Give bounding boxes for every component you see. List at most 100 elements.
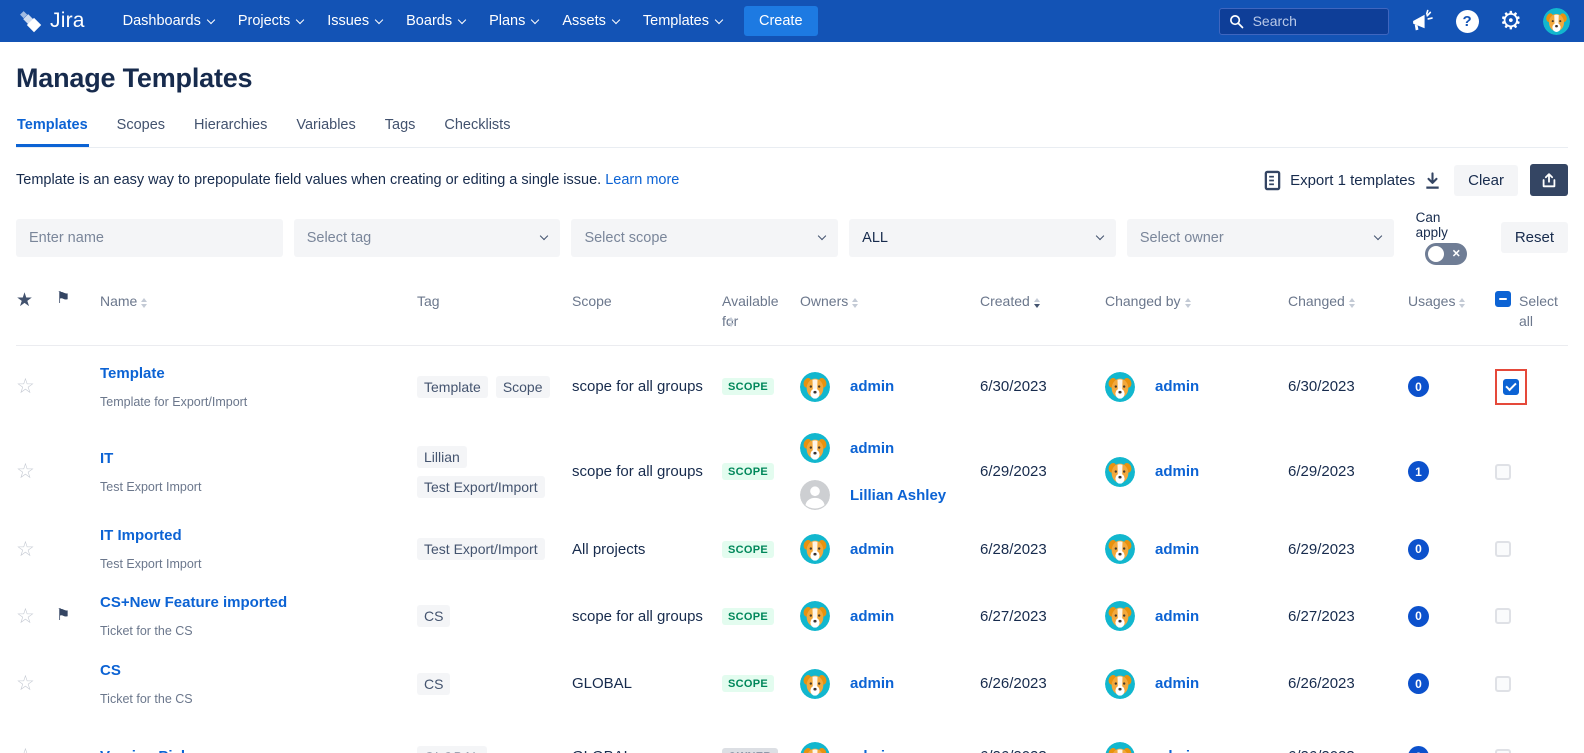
clear-button[interactable]: Clear <box>1454 165 1518 196</box>
star-icon[interactable]: ☆ <box>16 539 35 560</box>
col-owners: Owners <box>800 291 980 311</box>
scope-filter-select[interactable]: Select scope <box>571 219 838 257</box>
sort-icon-sorted-desc[interactable] <box>1034 295 1040 311</box>
tab-variables[interactable]: Variables <box>295 117 356 147</box>
flag-icon[interactable]: ⚑ <box>56 608 70 624</box>
sort-icon[interactable] <box>1459 295 1465 311</box>
usages-badge: 0 <box>1408 376 1429 397</box>
changed-date: 6/29/2023 <box>1288 463 1408 480</box>
navbar-search[interactable] <box>1219 8 1389 35</box>
user-link[interactable]: admin <box>850 675 894 692</box>
type-filter-select[interactable]: ALL <box>849 219 1116 257</box>
owner-entry: admin <box>1105 742 1199 753</box>
row-checkbox[interactable] <box>1495 608 1511 624</box>
tab-checklists[interactable]: Checklists <box>443 117 511 147</box>
sort-icon[interactable] <box>1185 295 1191 311</box>
user-link[interactable]: admin <box>850 541 894 558</box>
name-filter-field[interactable] <box>16 219 283 257</box>
create-button[interactable]: Create <box>744 6 818 36</box>
tag-chip: CS <box>417 605 450 627</box>
template-description: Test Export Import <box>100 480 201 494</box>
star-icon[interactable]: ☆ <box>16 606 35 627</box>
select-all-checkbox[interactable] <box>1495 291 1511 307</box>
flag-header-icon[interactable]: ⚑ <box>56 291 70 307</box>
sort-icon[interactable] <box>1349 295 1355 311</box>
nav-item-assets[interactable]: Assets <box>550 0 631 42</box>
row-checkbox[interactable] <box>1495 464 1511 480</box>
row-checkbox[interactable] <box>1495 749 1511 753</box>
col-scope: Scope <box>572 291 722 311</box>
learn-more-link[interactable]: Learn more <box>605 172 679 188</box>
template-name-link[interactable]: IT Imported <box>100 527 182 544</box>
created-date: 6/26/2023 <box>980 748 1105 753</box>
tab-templates[interactable]: Templates <box>16 117 89 147</box>
name-filter-input[interactable] <box>29 230 270 246</box>
table-row: ☆ IT Imported Test Export Import Test Ex… <box>16 516 1568 583</box>
jira-logo[interactable]: Jira <box>18 9 85 34</box>
star-icon[interactable]: ☆ <box>16 673 35 694</box>
star-icon[interactable]: ☆ <box>16 746 35 753</box>
share-button[interactable] <box>1530 164 1568 196</box>
scope-value: scope for all groups <box>572 608 722 625</box>
user-link[interactable]: admin <box>1155 541 1199 558</box>
star-icon[interactable]: ☆ <box>16 376 35 397</box>
user-link[interactable]: admin <box>1155 675 1199 692</box>
user-link[interactable]: admin <box>850 378 894 395</box>
user-link[interactable]: admin <box>1155 748 1199 753</box>
nav-item-issues[interactable]: Issues <box>315 0 394 42</box>
template-name-link[interactable]: Template <box>100 365 165 382</box>
nav-item-label: Plans <box>489 13 525 29</box>
star-header-icon[interactable]: ★ <box>16 291 33 310</box>
star-icon[interactable]: ☆ <box>16 461 35 482</box>
template-description: Template for Export/Import <box>100 395 247 409</box>
tag-filter-select[interactable]: Select tag <box>294 219 561 257</box>
dog-avatar <box>1105 534 1135 564</box>
owner-filter-select[interactable]: Select owner <box>1127 219 1394 257</box>
template-name-link[interactable]: Version Picker <box>100 748 203 753</box>
export-templates-button[interactable]: Export 1 templates <box>1263 170 1442 191</box>
user-link[interactable]: admin <box>1155 608 1199 625</box>
row-checkbox[interactable] <box>1495 676 1511 692</box>
table-row: ☆ CS Ticket for the CS CS GLOBAL SCOPE a… <box>16 650 1568 718</box>
announcements-icon[interactable] <box>1410 9 1435 34</box>
dog-avatar <box>800 534 830 564</box>
template-description: Test Export Import <box>100 557 201 571</box>
share-icon <box>1540 171 1558 189</box>
user-avatar[interactable] <box>1543 8 1570 35</box>
template-name-link[interactable]: IT <box>100 450 113 467</box>
table-row: ☆ IT Test Export Import LillianTest Expo… <box>16 428 1568 516</box>
search-input[interactable] <box>1253 13 1373 29</box>
nav-item-boards[interactable]: Boards <box>394 0 477 42</box>
user-link[interactable]: admin <box>1155 378 1199 395</box>
user-link[interactable]: admin <box>850 440 894 457</box>
nav-item-templates[interactable]: Templates <box>631 0 734 42</box>
row-checkbox[interactable] <box>1495 541 1511 557</box>
nav-item-dashboards[interactable]: Dashboards <box>111 0 226 42</box>
can-apply-toggle[interactable]: ✕ <box>1425 243 1467 265</box>
sort-icon[interactable] <box>852 295 858 311</box>
user-link[interactable]: admin <box>850 608 894 625</box>
nav-item-label: Issues <box>327 13 369 29</box>
help-icon[interactable]: ? <box>1456 10 1479 33</box>
user-link[interactable]: admin <box>1155 463 1199 480</box>
template-name-link[interactable]: CS+New Feature imported <box>100 594 287 611</box>
template-description: Ticket for the CS <box>100 624 193 638</box>
reset-button[interactable]: Reset <box>1501 222 1568 253</box>
tab-hierarchies[interactable]: Hierarchies <box>193 117 268 147</box>
template-name-link[interactable]: CS <box>100 662 121 679</box>
gear-icon[interactable]: ⚙ <box>1500 9 1522 34</box>
available-for-badge: SCOPE <box>722 675 774 692</box>
row-checkbox[interactable] <box>1503 379 1519 395</box>
user-link[interactable]: Lillian Ashley <box>850 487 946 504</box>
tab-tags[interactable]: Tags <box>384 117 417 147</box>
nav-item-projects[interactable]: Projects <box>226 0 315 42</box>
sort-icon[interactable] <box>728 314 734 330</box>
sort-icon[interactable] <box>141 295 147 311</box>
user-link[interactable]: admin <box>850 748 894 753</box>
jira-logo-icon <box>18 9 43 34</box>
nav-item-plans[interactable]: Plans <box>477 0 550 42</box>
tab-scopes[interactable]: Scopes <box>116 117 166 147</box>
changed-date: 6/26/2023 <box>1288 675 1408 692</box>
owner-entry: admin <box>800 742 894 753</box>
page-description: Template is an easy way to prepopulate f… <box>16 172 679 188</box>
